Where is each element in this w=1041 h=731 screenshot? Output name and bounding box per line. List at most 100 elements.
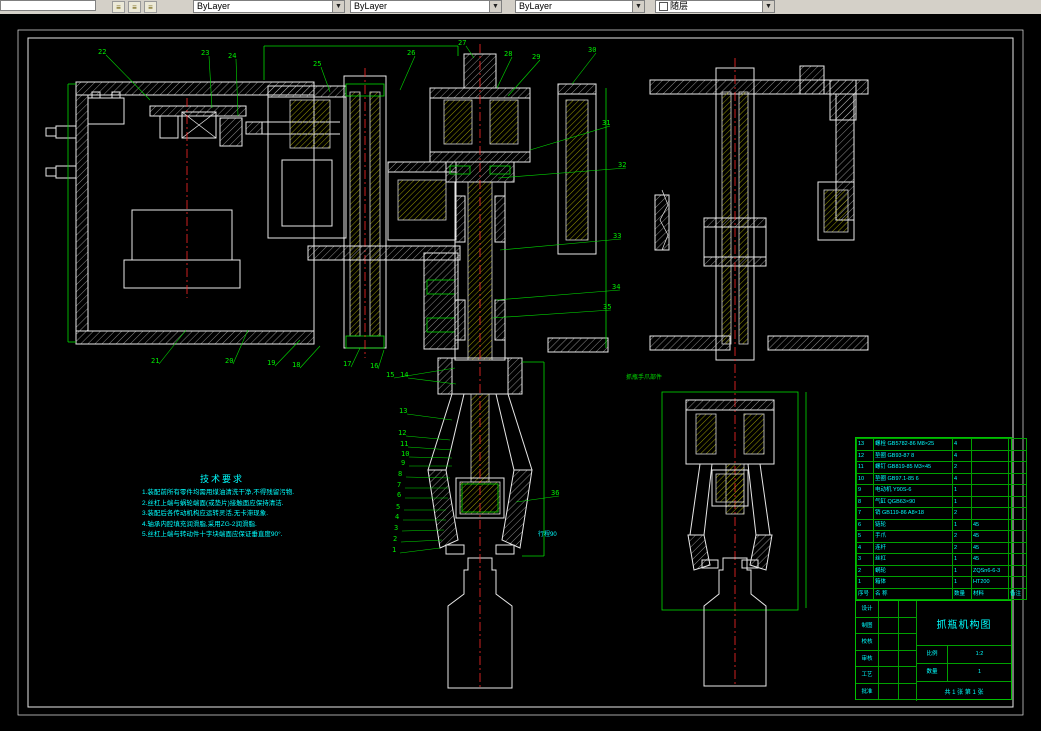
parts-row-cell [971, 449, 1009, 462]
parts-row-cell: 箱体 [873, 576, 953, 589]
bylayer-dropdown-3[interactable]: ByLayer ▼ [515, 0, 645, 13]
parts-row-cell: 8 [856, 495, 874, 508]
parts-row-cell: 2 [952, 541, 972, 554]
part-callout-15: 15 [386, 371, 395, 379]
parts-row-cell [971, 438, 1009, 451]
parts-row: 9 电动机 Y90S-6 1 [856, 484, 1027, 497]
part-callout-23: 23 [201, 49, 210, 57]
signature-cell [879, 601, 899, 617]
parts-row-cell: 1 [952, 576, 972, 589]
parts-header: 序号名 称数量 材料 备注 [856, 587, 1027, 600]
scale-label: 比例 [917, 646, 948, 663]
part-callout-19: 19 [267, 359, 276, 367]
dropdown-value: ByLayer [197, 1, 231, 11]
tech-requirement-line-1: 1.装配前所有零件均需用煤油清洗干净,不得残留污物. [142, 489, 295, 496]
bylayer-dropdown-1[interactable]: ByLayer ▼ [193, 0, 345, 13]
chevron-down-icon[interactable]: ▼ [332, 1, 344, 12]
signature-row: 设计 [856, 601, 916, 618]
signature-label: 设计 [856, 601, 879, 617]
parts-row-cell [1008, 564, 1027, 577]
part-callout-11: 11 [400, 440, 409, 448]
tech-requirement-line-5: 5.丝杠上端与转动件十字块端面应保证垂直度90°. [142, 531, 283, 538]
part-callout-30: 30 [588, 46, 597, 54]
parts-row-cell [1008, 553, 1027, 566]
layers-icon[interactable]: ≡ [112, 1, 125, 13]
chevron-down-icon[interactable]: ▼ [489, 1, 501, 12]
color-swatch [659, 2, 668, 12]
tech-requirements-title: 技术要求 [200, 474, 245, 484]
drawing-title: 抓瓶机构图 [917, 601, 1011, 646]
drawing-annotation-1: 行程90 [538, 532, 557, 538]
part-callout-33: 33 [613, 232, 622, 240]
drawing-canvas[interactable]: 22 23 24 25 26 27 28 29 30 31 32 33 34 35 36 21 20 19 18 17… [0, 14, 1041, 731]
date-cell [899, 667, 916, 683]
parts-row-cell: 1 [952, 564, 972, 577]
part-callout-29: 29 [532, 53, 541, 61]
parts-row-cell [1008, 438, 1027, 451]
dropdown-value: 随层 [670, 1, 689, 11]
date-cell [899, 651, 916, 667]
bylayer-dropdown-2[interactable]: ByLayer ▼ [350, 0, 502, 13]
part-callout-3: 3 [394, 524, 399, 532]
signature-row: 批准 [856, 683, 916, 700]
qty-label: 数量 [917, 664, 948, 681]
parts-row-cell: 销 GB119-86 A8×18 [873, 507, 953, 520]
parts-row: 12 垫圈 GB93-87 84 [856, 449, 1027, 462]
parts-row-cell: 4 [952, 438, 972, 451]
part-callout-21: 21 [151, 357, 160, 365]
dropdown-value: ByLayer [519, 1, 553, 11]
parts-row-cell [971, 484, 1009, 497]
parts-row: 7销 GB119-86 A8×18 2 [856, 507, 1027, 520]
part-callout-32: 32 [618, 161, 627, 169]
make-layer-current-icon[interactable]: ≡ [144, 1, 157, 13]
title-block-bottom: 设计 制图 校核 审核 工艺 批准 抓瓶机构图 比例 1:2 数量 1 共 1 张 第 1 张 [856, 600, 1011, 701]
parts-row-cell [1008, 449, 1027, 462]
chevron-down-icon[interactable]: ▼ [632, 1, 644, 12]
parts-list-table: 13 螺栓 GB5782-86 M8×25 4 12 垫圈 GB93-87 8 4 11 螺钉… [856, 438, 1027, 600]
parts-row-cell [1008, 507, 1027, 520]
parts-row-cell: 10 [856, 472, 874, 485]
docked-toolbar-stub [0, 0, 96, 11]
part-callout-18: 18 [292, 361, 301, 369]
qty-row: 数量 1 [917, 664, 1011, 682]
parts-row: 1 箱体 1 HT200 [856, 576, 1027, 589]
signature-cell [879, 634, 899, 650]
chevron-down-icon[interactable]: ▼ [762, 1, 774, 12]
part-callout-8: 8 [398, 470, 403, 478]
part-callout-9: 9 [401, 459, 406, 467]
part-callout-12: 12 [398, 429, 407, 437]
parts-row-cell: 气缸 QGB63×90 [873, 495, 953, 508]
parts-row-cell: 12 [856, 449, 874, 462]
parts-row-cell [971, 507, 1009, 520]
signature-row: 制图 [856, 617, 916, 634]
sheet-info: 共 1 张 第 1 张 [944, 690, 984, 696]
cad-window: ≡≡≡ ByLayer▼ByLayer▼ByLayer▼随层▼ [0, 0, 1041, 731]
parts-row-cell: 7 [856, 507, 874, 520]
layer-states-icon[interactable]: ≡ [128, 1, 141, 13]
parts-row: 4 连杆 2 45 [856, 541, 1027, 554]
parts-row-cell: 螺钉 GB819-85 M3×45 [873, 461, 953, 474]
parts-row-cell: 4 [952, 449, 972, 462]
color-dropdown[interactable]: 随层 ▼ [655, 0, 775, 13]
parts-row-cell [1008, 461, 1027, 474]
part-callout-6: 6 [397, 491, 402, 499]
parts-row-cell [971, 461, 1009, 474]
mid-gearbox-view [267, 68, 461, 358]
part-callout-10: 10 [401, 450, 410, 458]
parts-row-cell: HT200 [971, 576, 1009, 589]
tech-requirements: 技术要求 1.装配前所有零件均需用煤油清洗干净,不得残留污物. 2.丝杠上端与蜗轮… [142, 472, 357, 541]
part-callout-20: 20 [225, 357, 234, 365]
parts-row-cell: 3 [856, 553, 874, 566]
signature-cell [879, 683, 899, 699]
part-callout-31: 31 [602, 119, 611, 127]
part-callout-1: 1 [392, 546, 397, 554]
date-cell [899, 601, 916, 617]
parts-row-cell [1008, 518, 1027, 531]
parts-row-cell: 45 [971, 541, 1009, 554]
parts-row-cell: 45 [971, 518, 1009, 531]
parts-row-cell: 2 [952, 461, 972, 474]
parts-row-cell: 1 [952, 484, 972, 497]
parts-row-cell [1008, 530, 1027, 543]
parts-row-cell: 连杆 [873, 541, 953, 554]
signature-label: 批准 [856, 683, 879, 699]
